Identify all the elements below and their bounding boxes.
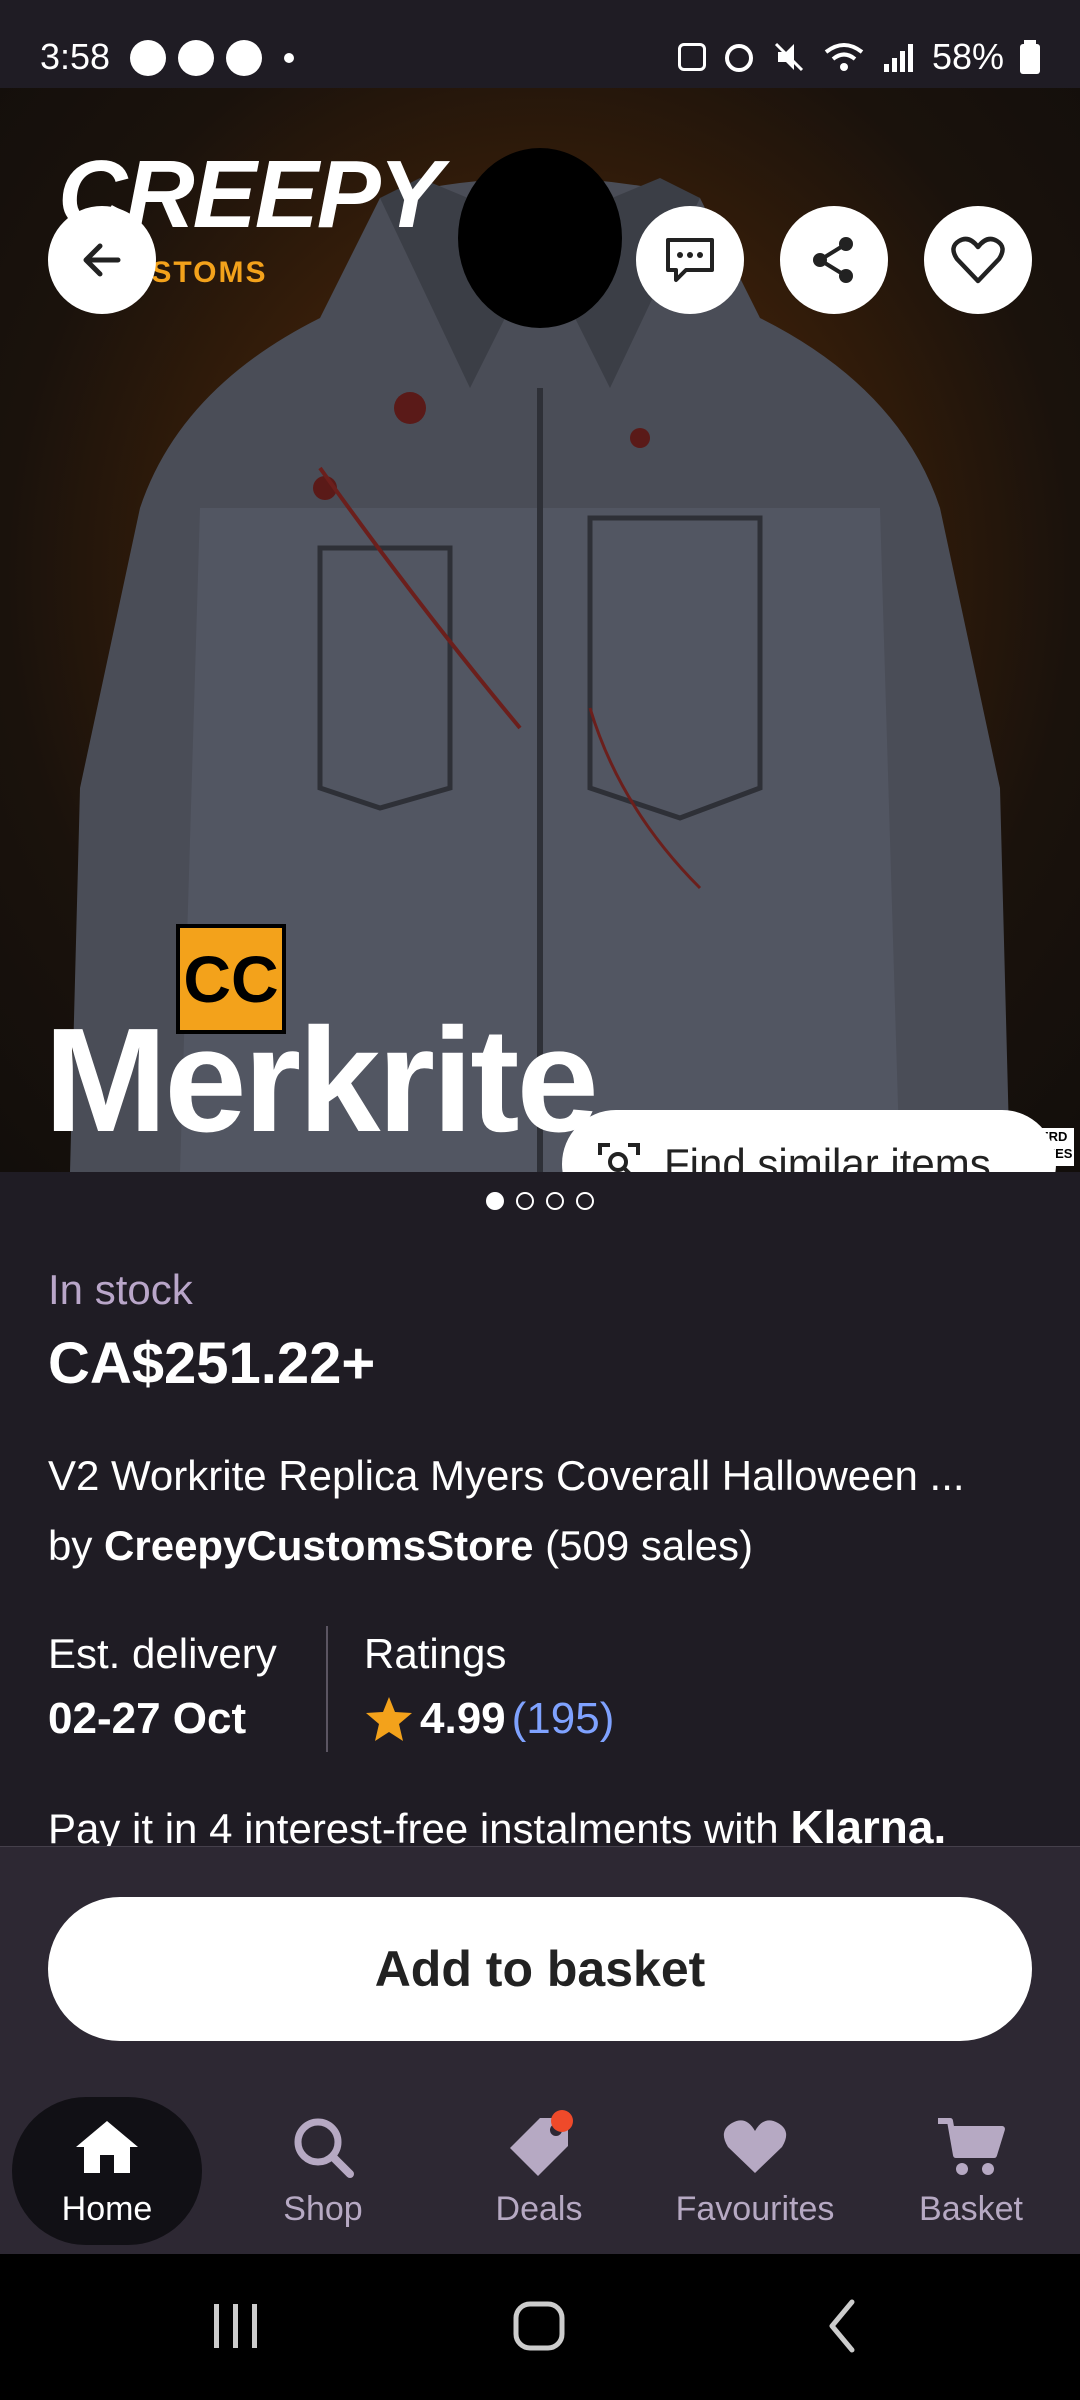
messenger-icon bbox=[130, 40, 166, 76]
nav-shop[interactable]: Shop bbox=[228, 2097, 418, 2245]
ratings-label: Ratings bbox=[364, 1630, 507, 1677]
delivery-info: Est. delivery 02-27 Oct bbox=[48, 1630, 277, 1744]
system-status: 58% bbox=[677, 36, 1040, 78]
favourite-button[interactable] bbox=[924, 206, 1032, 314]
carousel-dot[interactable] bbox=[516, 1192, 534, 1210]
visual-search-icon bbox=[598, 1143, 640, 1172]
rating-value: 4.99 bbox=[420, 1694, 506, 1743]
home-icon bbox=[71, 2114, 143, 2180]
chat-icon bbox=[666, 238, 714, 282]
back-nav-icon[interactable] bbox=[829, 2299, 855, 2353]
by-prefix: by bbox=[48, 1522, 93, 1569]
status-bar: 3:58 58% bbox=[0, 0, 1080, 88]
share-icon bbox=[813, 237, 853, 283]
cart-icon bbox=[935, 2114, 1007, 2180]
sales-count: (509 sales) bbox=[545, 1522, 753, 1569]
search-icon bbox=[287, 2114, 359, 2180]
seller-line: by CreepyCustomsStore (509 sales) bbox=[48, 1522, 753, 1570]
share-button[interactable] bbox=[780, 206, 888, 314]
stock-status: In stock bbox=[48, 1266, 193, 1313]
review-count-link[interactable]: (195) bbox=[512, 1694, 615, 1744]
find-similar-label: Find similar items bbox=[664, 1140, 991, 1172]
nav-favourites[interactable]: Favourites bbox=[660, 2097, 850, 2245]
star-icon bbox=[366, 1697, 412, 1741]
home-circle-icon[interactable] bbox=[513, 2301, 565, 2351]
message-seller-button[interactable] bbox=[636, 206, 744, 314]
status-time: 3:58 bbox=[40, 36, 111, 77]
battery-icon bbox=[1020, 40, 1040, 74]
overlay-brand-word: Merkrite bbox=[44, 998, 599, 1163]
nav-basket-label: Basket bbox=[919, 2189, 1023, 2228]
recent-apps-icon[interactable] bbox=[214, 2304, 257, 2348]
divider bbox=[326, 1626, 328, 1752]
product-price: CA$251.22+ bbox=[48, 1331, 376, 1396]
add-to-basket-button[interactable]: Add to basket bbox=[48, 1897, 1032, 2041]
klarna-text: Pay it in 4 interest-free instalments wi… bbox=[48, 1805, 779, 1852]
notification-badge bbox=[551, 2109, 573, 2132]
nav-basket[interactable]: Basket bbox=[876, 2097, 1066, 2245]
back-button[interactable] bbox=[48, 206, 156, 314]
battery-percent: 58% bbox=[931, 36, 1004, 77]
messenger-icon bbox=[178, 40, 214, 76]
nav-favourites-label: Favourites bbox=[675, 2189, 835, 2228]
nav-deals[interactable]: Deals bbox=[444, 2097, 634, 2245]
arrow-left-icon bbox=[83, 243, 121, 277]
alarm-icon bbox=[724, 44, 753, 72]
tag-icon bbox=[503, 2109, 575, 2180]
carousel-dot[interactable] bbox=[546, 1192, 564, 1210]
alarm-icon bbox=[226, 40, 262, 76]
shop-name-link[interactable]: CreepyCustomsStore bbox=[104, 1522, 533, 1569]
delivery-label: Est. delivery bbox=[48, 1630, 277, 1677]
system-navigation-bar bbox=[0, 2254, 1080, 2400]
mute-icon bbox=[774, 42, 803, 72]
heart-icon bbox=[719, 2114, 791, 2180]
lock-icon bbox=[677, 43, 706, 71]
product-image-carousel[interactable]: CREEPY CUSTOMS CC Merkrite NERD MAKES Fi… bbox=[0, 88, 1080, 1172]
delivery-value: 02-27 Oct bbox=[48, 1694, 247, 1743]
nav-home-label: Home bbox=[61, 2189, 153, 2228]
find-similar-button[interactable]: Find similar items bbox=[562, 1110, 1056, 1172]
nav-home[interactable]: Home bbox=[12, 2097, 202, 2245]
system-nav-icons bbox=[214, 2299, 855, 2353]
notification-icons bbox=[130, 40, 294, 76]
bottom-navigation: Home Shop Deals Favourites Basket bbox=[0, 2097, 1080, 2255]
product-title[interactable]: V2 Workrite Replica Myers Coverall Hallo… bbox=[48, 1452, 1048, 1500]
ratings-info[interactable]: Ratings 4.99 (195) bbox=[364, 1630, 614, 1744]
carousel-dot[interactable] bbox=[486, 1192, 504, 1210]
nav-deals-label: Deals bbox=[495, 2189, 583, 2228]
carousel-dot[interactable] bbox=[576, 1192, 594, 1210]
wifi-icon bbox=[824, 43, 864, 71]
more-notifications-icon bbox=[284, 53, 294, 63]
nav-shop-label: Shop bbox=[283, 2189, 363, 2228]
signal-icon bbox=[883, 44, 913, 72]
bottom-panel: Add to basket Home Shop Deals Favourites… bbox=[0, 1846, 1080, 2254]
heart-icon bbox=[951, 236, 1005, 284]
carousel-dots bbox=[0, 1192, 1080, 1210]
